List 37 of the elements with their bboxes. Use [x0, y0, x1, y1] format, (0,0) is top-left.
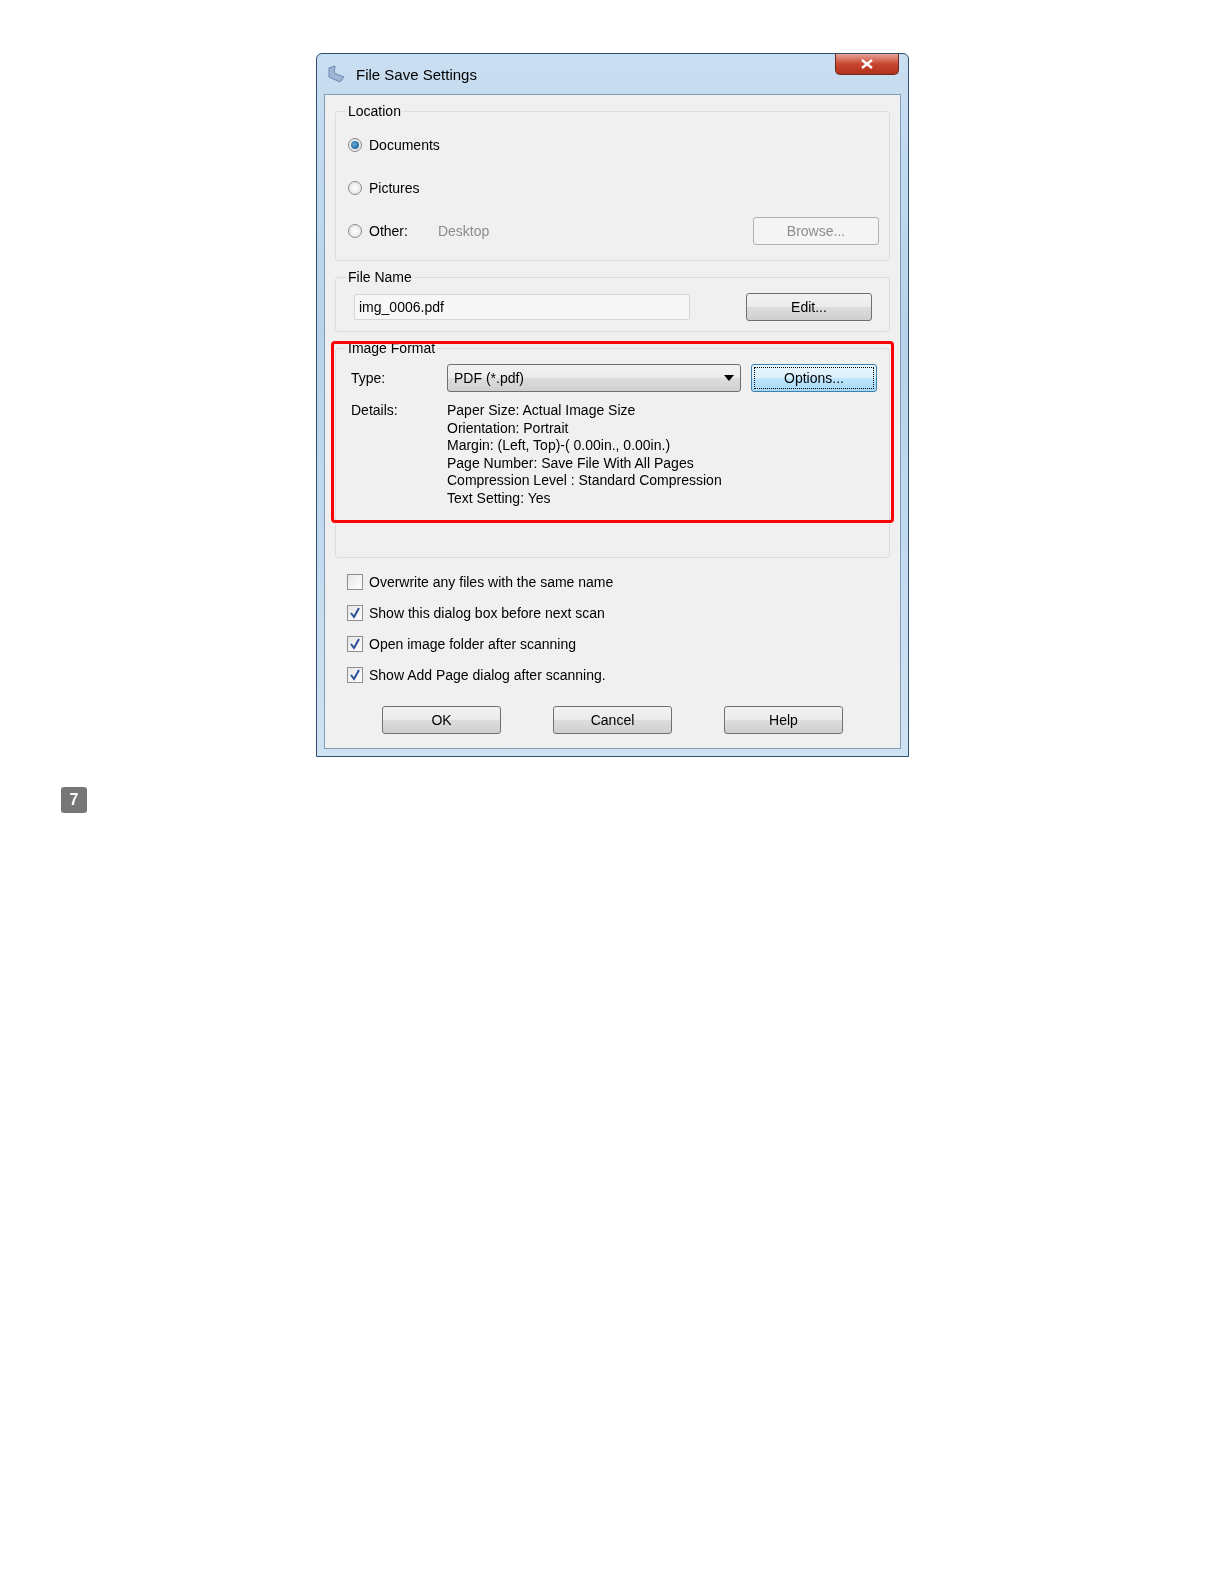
file-name-field[interactable]: img_0006.pdf	[354, 294, 690, 320]
edit-button[interactable]: Edit...	[746, 293, 872, 321]
type-label: Type:	[350, 370, 387, 386]
detail-text: Page Number: Save File With All Pages	[447, 454, 695, 472]
group-label: File Name	[347, 269, 413, 285]
window-title: File Save Settings	[356, 65, 477, 83]
dialog-button[interactable]: OK	[382, 706, 501, 734]
details-label: Details:	[350, 402, 399, 420]
radio-button[interactable]	[348, 180, 362, 195]
checkbox-label: Open image folder after scanning	[369, 635, 576, 652]
radio-button[interactable]	[348, 137, 362, 152]
checkbox[interactable]	[347, 666, 363, 683]
checkbox[interactable]	[347, 635, 363, 652]
checkbox-label: Show this dialog box before next scan	[369, 604, 605, 621]
detail-text: Margin: (Left, Top)-( 0.00in., 0.00in.)	[447, 437, 672, 455]
path-text: Desktop	[437, 222, 490, 239]
radio-label: Documents	[369, 136, 440, 153]
close-icon	[861, 59, 873, 69]
type-dropdown[interactable]: PDF (*.pdf)	[447, 364, 741, 392]
options-button[interactable]: Options...	[751, 364, 877, 392]
dialog-button[interactable]: Help	[724, 706, 843, 734]
checkbox-label: Overwrite any files with the same name	[369, 573, 614, 590]
group-label: Location	[347, 103, 402, 119]
dropdown-arrow-icon	[724, 375, 734, 381]
radio-label: Other:	[369, 222, 408, 239]
checkbox[interactable]	[347, 604, 363, 621]
step-badge: 7	[61, 787, 87, 813]
checkbox-label: Show Add Page dialog after scanning.	[369, 666, 606, 683]
radio-button[interactable]	[348, 223, 362, 238]
detail-text: Text Setting: Yes	[447, 489, 552, 507]
detail-text: Paper Size: Actual Image Size	[447, 402, 637, 420]
checkbox[interactable]	[347, 573, 363, 590]
detail-text: Orientation: Portrait	[447, 419, 570, 437]
radio-label: Pictures	[369, 179, 420, 196]
close-button[interactable]	[835, 54, 899, 75]
detail-text: Compression Level : Standard Compression	[447, 472, 722, 490]
dialog-button[interactable]: Cancel	[553, 706, 672, 734]
